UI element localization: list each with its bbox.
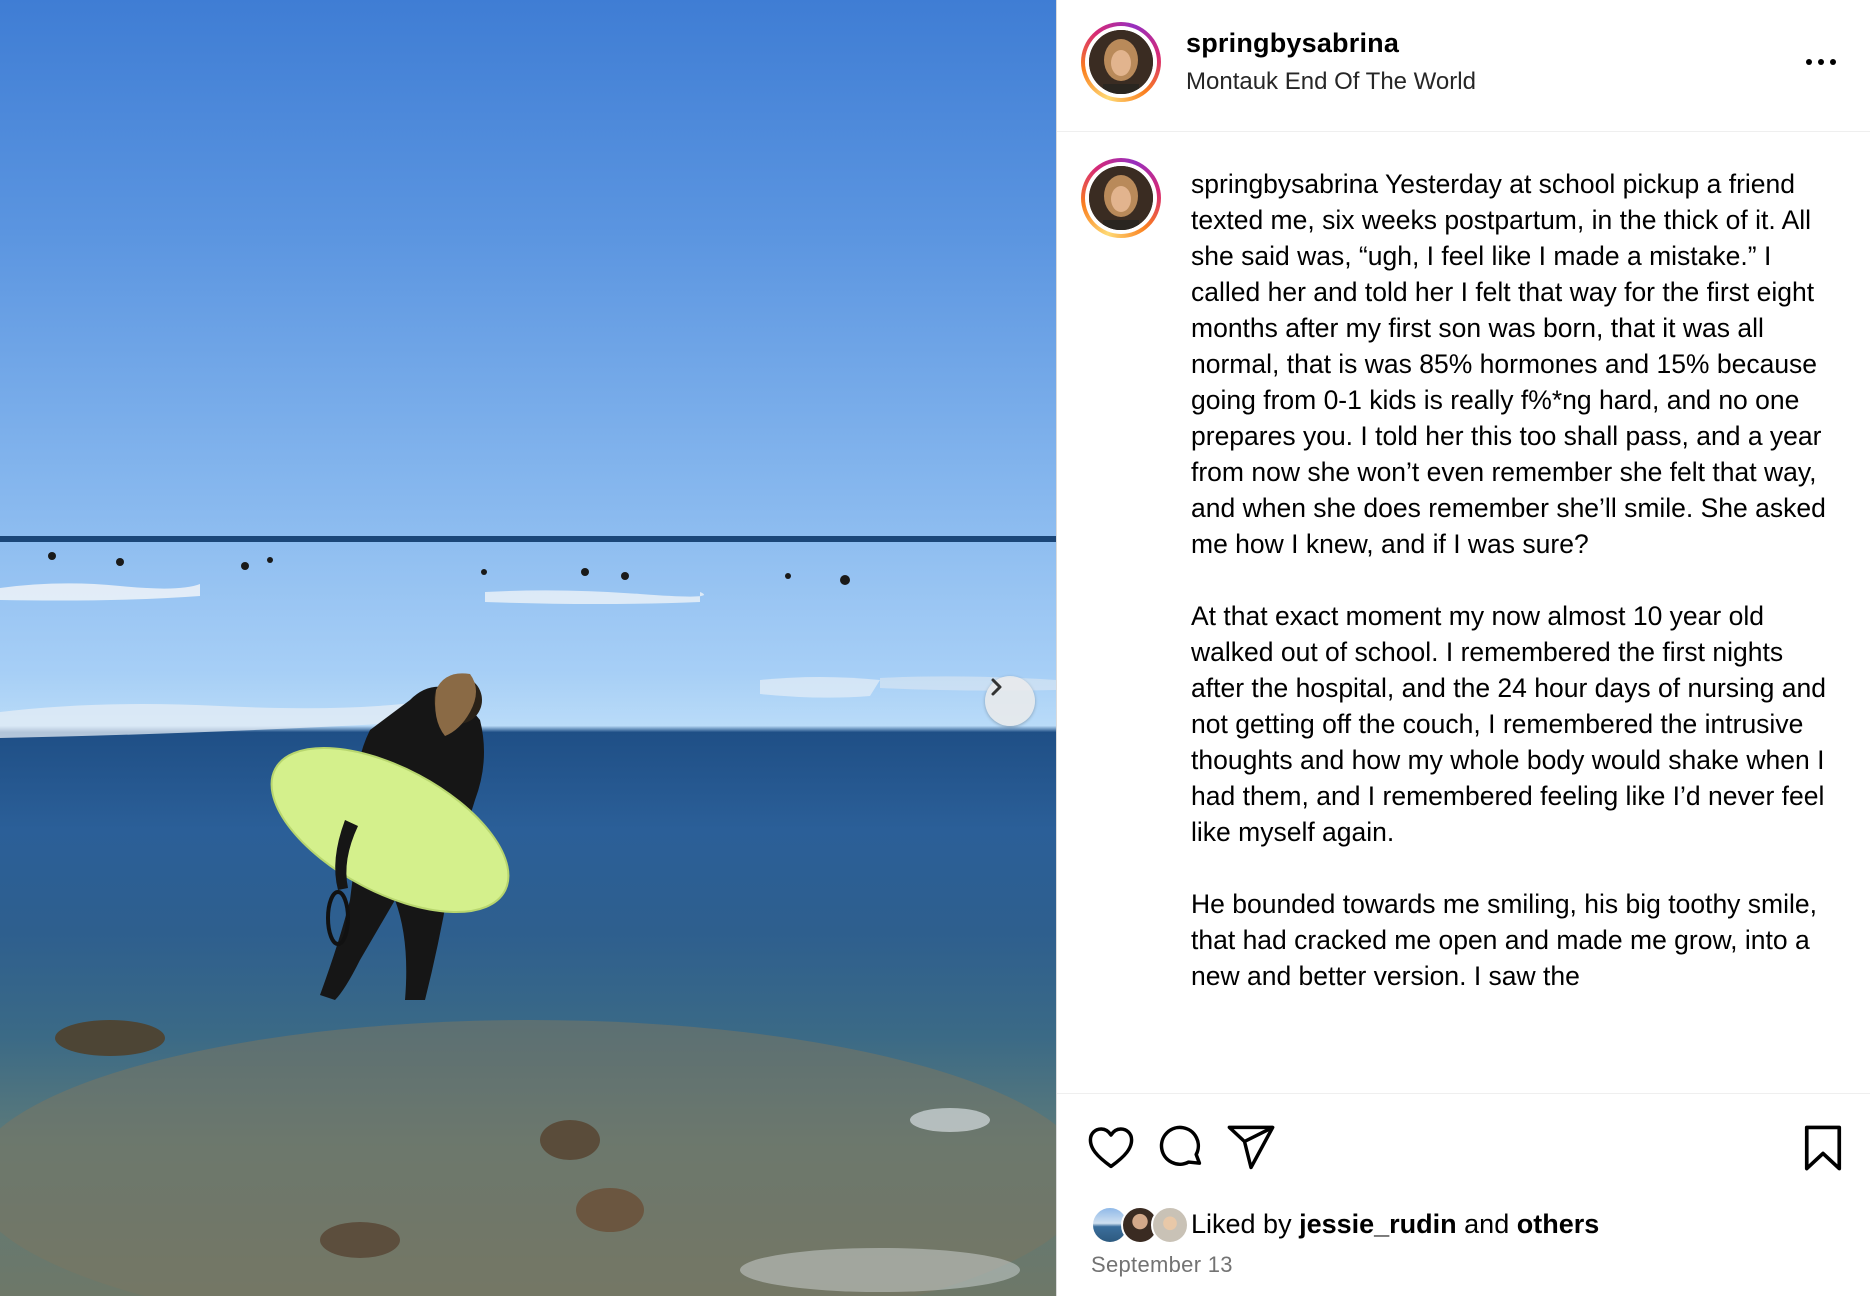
more-options-button[interactable]	[1797, 44, 1845, 80]
post-date[interactable]: September 13	[1091, 1252, 1233, 1278]
beach-surfer-image	[0, 536, 1056, 1296]
author-username[interactable]: springbysabrina	[1186, 28, 1399, 59]
next-photo-button[interactable]	[985, 676, 1035, 726]
send-icon	[1227, 1125, 1275, 1170]
post-detail-panel: springbysabrina Montauk End Of The World…	[1056, 0, 1870, 1296]
caption-author-avatar[interactable]	[1081, 158, 1161, 238]
like-button[interactable]	[1085, 1122, 1137, 1174]
liker-avatar	[1151, 1206, 1189, 1244]
likes-summary: Liked by jessie_rudin and others	[1091, 1204, 1599, 1244]
bookmark-icon	[1804, 1125, 1842, 1171]
more-options-icon	[1806, 59, 1812, 65]
liked-by-others-link[interactable]: others	[1517, 1209, 1600, 1239]
post-caption: springbysabrina Yesterday at school pick…	[1191, 166, 1831, 994]
share-button[interactable]	[1225, 1122, 1277, 1174]
profile-photo	[1089, 166, 1153, 230]
post-photo	[0, 0, 1056, 1296]
post-header: springbysabrina Montauk End Of The World	[1057, 0, 1870, 132]
post-location[interactable]: Montauk End Of The World	[1186, 68, 1476, 96]
save-button[interactable]	[1797, 1122, 1849, 1174]
profile-photo	[1089, 30, 1153, 94]
liker-username[interactable]: jessie_rudin	[1299, 1209, 1457, 1239]
caption-text: Yesterday at school pickup a friend text…	[1191, 169, 1826, 991]
comment-button[interactable]	[1155, 1122, 1207, 1174]
post-actions: Liked by jessie_rudin and others Septemb…	[1057, 1093, 1870, 1296]
likes-text: Liked by jessie_rudin and others	[1191, 1208, 1600, 1239]
comment-icon	[1159, 1125, 1202, 1166]
author-avatar[interactable]	[1081, 22, 1161, 102]
caption-username[interactable]: springbysabrina	[1191, 169, 1378, 199]
chevron-right-icon	[991, 678, 1002, 696]
liker-avatars[interactable]	[1091, 1204, 1191, 1244]
caption-section: springbysabrina Yesterday at school pick…	[1057, 133, 1870, 1093]
heart-icon	[1088, 1127, 1134, 1169]
